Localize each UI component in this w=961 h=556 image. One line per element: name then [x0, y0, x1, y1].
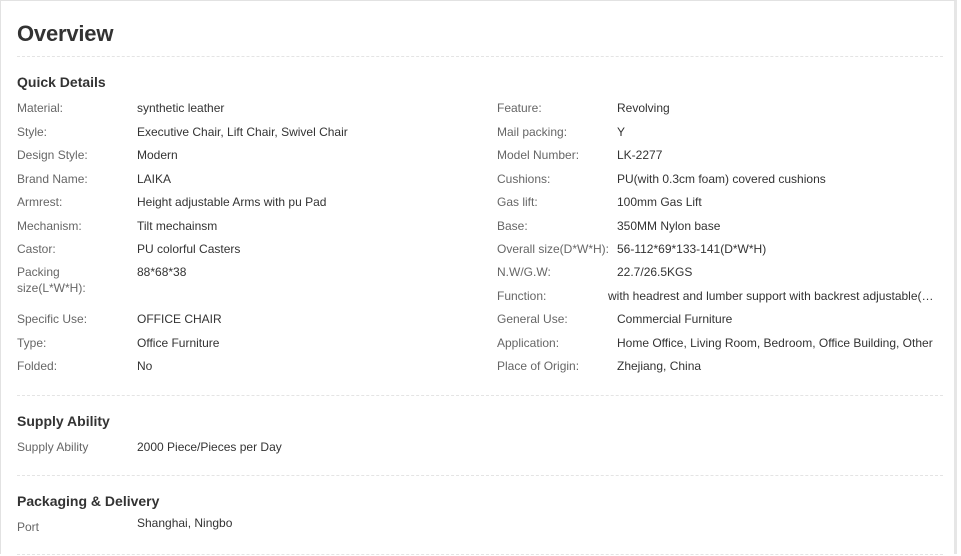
- divider: [17, 56, 943, 57]
- detail-label: Packing size(L*W*H):: [17, 265, 86, 295]
- detail-value: 88*68*38: [137, 265, 187, 279]
- detail-value: 22.7/26.5KGS: [617, 265, 693, 279]
- detail-label: Style:: [17, 125, 48, 139]
- detail-value: Y: [617, 125, 626, 139]
- detail-value: Commercial Furniture: [617, 312, 733, 326]
- detail-value: PU colorful Casters: [137, 242, 241, 256]
- detail-value: 56-112*69*133-141(D*W*H): [617, 242, 767, 256]
- detail-label: Brand Name:: [17, 172, 88, 186]
- detail-value: Office Furniture: [137, 336, 220, 350]
- detail-value: synthetic leather: [137, 101, 225, 115]
- detail-label: Port: [17, 520, 40, 534]
- detail-label: Supply Ability: [17, 440, 89, 454]
- detail-label: Place of Origin:: [497, 359, 580, 373]
- packaging-delivery-heading: Packaging & Delivery: [17, 493, 160, 509]
- detail-label: Mail packing:: [497, 125, 568, 139]
- supply-ability-heading: Supply Ability: [17, 413, 110, 429]
- detail-value: PU(with 0.3cm foam) covered cushions: [617, 172, 826, 186]
- detail-value: 100mm Gas Lift: [617, 195, 702, 209]
- detail-label: N.W/G.W:: [497, 265, 551, 279]
- detail-label: Design Style:: [17, 148, 88, 162]
- detail-value: 2000 Piece/Pieces per Day: [137, 440, 282, 454]
- detail-label: Gas lift:: [497, 195, 538, 209]
- detail-label: Cushions:: [497, 172, 551, 186]
- detail-label: General Use:: [497, 312, 568, 326]
- detail-label: Base:: [497, 219, 528, 233]
- detail-label: Material:: [17, 101, 64, 115]
- detail-label: Overall size(D*W*H):: [497, 242, 610, 256]
- detail-value: Shanghai, Ningbo: [137, 516, 233, 530]
- detail-label: Specific Use:: [17, 312, 88, 326]
- detail-value: No: [137, 359, 153, 373]
- detail-value: Executive Chair, Lift Chair, Swivel Chai…: [137, 125, 348, 139]
- detail-label: Application:: [497, 336, 560, 350]
- detail-label: Folded:: [17, 359, 58, 373]
- detail-value: Home Office, Living Room, Bedroom, Offic…: [617, 336, 933, 350]
- detail-label: Function:: [497, 289, 547, 303]
- detail-value: LAIKA: [137, 172, 172, 186]
- detail-value: Height adjustable Arms with pu Pad: [137, 195, 327, 209]
- detail-value: Zhejiang, China: [617, 359, 702, 373]
- page-title: Overview: [17, 21, 114, 46]
- detail-label: Model Number:: [497, 148, 580, 162]
- detail-label: Type:: [17, 336, 47, 350]
- divider: [17, 475, 943, 476]
- detail-value: Tilt mechainsm: [137, 219, 218, 233]
- detail-label: Mechanism:: [17, 219, 82, 233]
- detail-label: Castor:: [17, 242, 56, 256]
- divider: [17, 395, 943, 396]
- product-overview-panel: Overview Quick Details Material: synthet…: [0, 0, 957, 555]
- detail-label: Armrest:: [17, 195, 63, 209]
- detail-value: OFFICE CHAIR: [137, 312, 222, 326]
- detail-value: Revolving: [617, 101, 670, 115]
- divider: [17, 554, 943, 555]
- detail-value: LK-2277: [617, 148, 663, 162]
- quick-details-heading: Quick Details: [17, 74, 106, 90]
- detail-value: with headrest and lumber support with ba…: [608, 289, 934, 303]
- detail-value: Modern: [137, 148, 178, 162]
- detail-label: Feature:: [497, 101, 542, 115]
- detail-value: 350MM Nylon base: [617, 219, 721, 233]
